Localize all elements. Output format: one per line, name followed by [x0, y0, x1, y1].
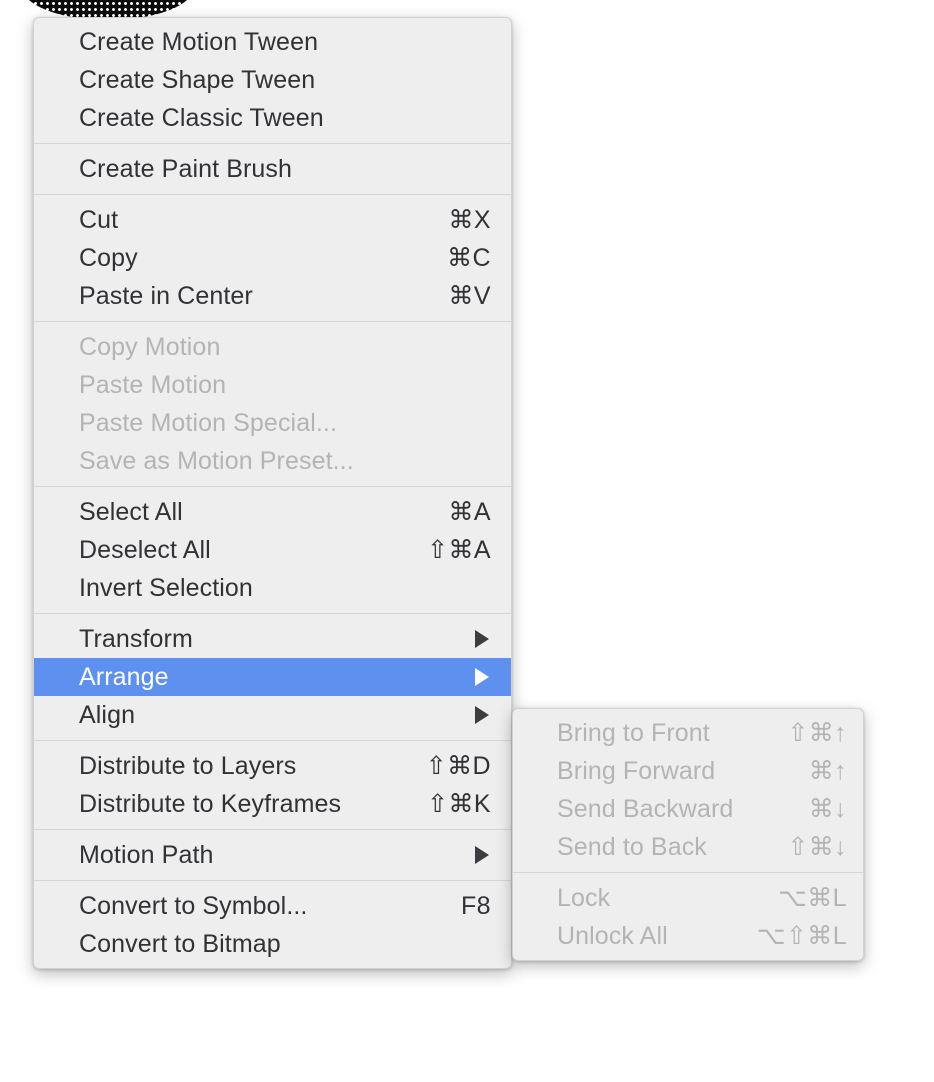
menu-group: Create Paint Brush	[34, 150, 511, 188]
menu-item-shortcut: ⌘↑	[808, 757, 847, 785]
menu-item-label: Create Shape Tween	[79, 66, 316, 94]
arrange-item-send-backward: Send Backward ⌘↓	[513, 790, 863, 828]
menu-item-shortcut: ⌘X	[448, 206, 491, 234]
menu-item-cut[interactable]: Cut ⌘X	[34, 201, 511, 239]
menu-item-convert-to-bitmap[interactable]: Convert to Bitmap	[34, 925, 511, 963]
submenu-arrow-icon	[475, 706, 489, 724]
menu-group: Bring to Front ⇧⌘↑ Bring Forward ⌘↑ Send Bac…	[513, 714, 863, 866]
menu-item-label: Convert to Bitmap	[79, 930, 281, 958]
menu-item-label: Send Backward	[557, 795, 734, 823]
arrange-item-send-to-back: Send to Back ⇧⌘↓	[513, 828, 863, 866]
menu-item-label: Save as Motion Preset...	[79, 447, 354, 475]
menu-group: Copy Motion Paste Motion Paste Motion Spec…	[34, 328, 511, 480]
menu-item-shortcut: F8	[461, 892, 491, 920]
menu-item-shortcut: ⌘C	[447, 244, 491, 272]
menu-group: Motion Path	[34, 836, 511, 874]
arrange-item-lock: Lock ⌥⌘L	[513, 879, 863, 917]
menu-separator	[34, 194, 511, 195]
menu-item-label: Send to Back	[557, 833, 707, 861]
menu-item-distribute-to-layers[interactable]: Distribute to Layers ⇧⌘D	[34, 747, 511, 785]
menu-item-deselect-all[interactable]: Deselect All ⇧⌘A	[34, 531, 511, 569]
menu-group: Select All ⌘A Deselect All ⇧⌘A Invert Select…	[34, 493, 511, 607]
menu-item-shortcut: ⇧⌘D	[425, 752, 491, 780]
menu-item-align[interactable]: Align	[34, 696, 511, 734]
menu-group: Cut ⌘X Copy ⌘C Paste in Center ⌘V	[34, 201, 511, 315]
menu-item-shortcut: ⇧⌘A	[427, 536, 491, 564]
arrange-item-unlock-all: Unlock All ⌥⇧⌘L	[513, 917, 863, 955]
menu-group: Distribute to Layers ⇧⌘D Distribute to Key…	[34, 747, 511, 823]
menu-item-paste-motion: Paste Motion	[34, 366, 511, 404]
menu-item-create-shape-tween[interactable]: Create Shape Tween	[34, 61, 511, 99]
menu-group: Lock ⌥⌘L Unlock All ⌥⇧⌘L	[513, 879, 863, 955]
menu-group: Convert to Symbol... F8 Convert to Bitmap	[34, 887, 511, 963]
menu-item-label: Create Paint Brush	[79, 155, 293, 183]
menu-item-label: Paste Motion	[79, 371, 227, 399]
menu-item-convert-to-symbol[interactable]: Convert to Symbol... F8	[34, 887, 511, 925]
menu-item-motion-path[interactable]: Motion Path	[34, 836, 511, 874]
menu-item-label: Arrange	[79, 663, 169, 691]
submenu-arrow-icon	[475, 668, 489, 686]
menu-item-label: Copy	[79, 244, 138, 272]
menu-item-label: Transform	[79, 625, 193, 653]
menu-separator	[34, 143, 511, 144]
menu-item-shortcut: ⌘A	[448, 498, 491, 526]
menu-item-distribute-to-keyframes[interactable]: Distribute to Keyframes ⇧⌘K	[34, 785, 511, 823]
menu-item-label: Paste Motion Special...	[79, 409, 337, 437]
screen: Create Motion Tween Create Shape Tween Cre…	[0, 0, 934, 1082]
menu-item-shortcut: ⌘↓	[808, 795, 847, 823]
submenu-arrow-icon	[475, 630, 489, 648]
menu-item-label: Paste in Center	[79, 282, 253, 310]
menu-item-save-as-motion-preset: Save as Motion Preset...	[34, 442, 511, 480]
menu-item-label: Bring to Front	[557, 719, 710, 747]
menu-item-invert-selection[interactable]: Invert Selection	[34, 569, 511, 607]
menu-item-copy[interactable]: Copy ⌘C	[34, 239, 511, 277]
menu-item-label: Cut	[79, 206, 119, 234]
menu-separator	[34, 486, 511, 487]
menu-item-label: Distribute to Layers	[79, 752, 297, 780]
menu-item-label: Select All	[79, 498, 183, 526]
submenu-arrow-icon	[475, 846, 489, 864]
menu-separator	[34, 740, 511, 741]
menu-item-label: Motion Path	[79, 841, 214, 869]
arrange-item-bring-to-front: Bring to Front ⇧⌘↑	[513, 714, 863, 752]
menu-separator	[34, 829, 511, 830]
menu-item-transform[interactable]: Transform	[34, 620, 511, 658]
menu-item-label: Create Classic Tween	[79, 104, 324, 132]
menu-separator	[513, 872, 863, 873]
menu-separator	[34, 613, 511, 614]
menu-item-arrange[interactable]: Arrange	[34, 658, 511, 696]
arrange-item-bring-forward: Bring Forward ⌘↑	[513, 752, 863, 790]
menu-item-label: Copy Motion	[79, 333, 221, 361]
menu-item-label: Align	[79, 701, 136, 729]
menu-item-shortcut: ⇧⌘↑	[787, 719, 847, 747]
menu-item-shortcut: ⌥⌘L	[778, 884, 847, 912]
menu-separator	[34, 880, 511, 881]
menu-item-label: Create Motion Tween	[79, 28, 319, 56]
menu-item-label: Bring Forward	[557, 757, 716, 785]
menu-item-label: Convert to Symbol...	[79, 892, 308, 920]
menu-item-label: Invert Selection	[79, 574, 253, 602]
menu-item-label: Lock	[557, 884, 611, 912]
menu-item-create-paint-brush[interactable]: Create Paint Brush	[34, 150, 511, 188]
modify-context-menu[interactable]: Create Motion Tween Create Shape Tween Cre…	[33, 17, 512, 969]
menu-item-label: Distribute to Keyframes	[79, 790, 342, 818]
menu-item-label: Unlock All	[557, 922, 668, 950]
menu-item-select-all[interactable]: Select All ⌘A	[34, 493, 511, 531]
menu-group: Transform Arrange Align	[34, 620, 511, 734]
menu-item-shortcut: ⌥⇧⌘L	[756, 922, 847, 950]
menu-item-copy-motion: Copy Motion	[34, 328, 511, 366]
menu-item-shortcut: ⇧⌘↓	[787, 833, 847, 861]
menu-item-create-classic-tween[interactable]: Create Classic Tween	[34, 99, 511, 137]
menu-item-paste-motion-special: Paste Motion Special...	[34, 404, 511, 442]
arrange-submenu[interactable]: Bring to Front ⇧⌘↑ Bring Forward ⌘↑ Send Bac…	[512, 708, 864, 961]
menu-item-shortcut: ⌘V	[448, 282, 491, 310]
menu-item-label: Deselect All	[79, 536, 211, 564]
menu-separator	[34, 321, 511, 322]
menu-item-shortcut: ⇧⌘K	[427, 790, 491, 818]
menu-item-paste-in-center[interactable]: Paste in Center ⌘V	[34, 277, 511, 315]
menu-item-create-motion-tween[interactable]: Create Motion Tween	[34, 23, 511, 61]
menu-group: Create Motion Tween Create Shape Tween Cre…	[34, 23, 511, 137]
